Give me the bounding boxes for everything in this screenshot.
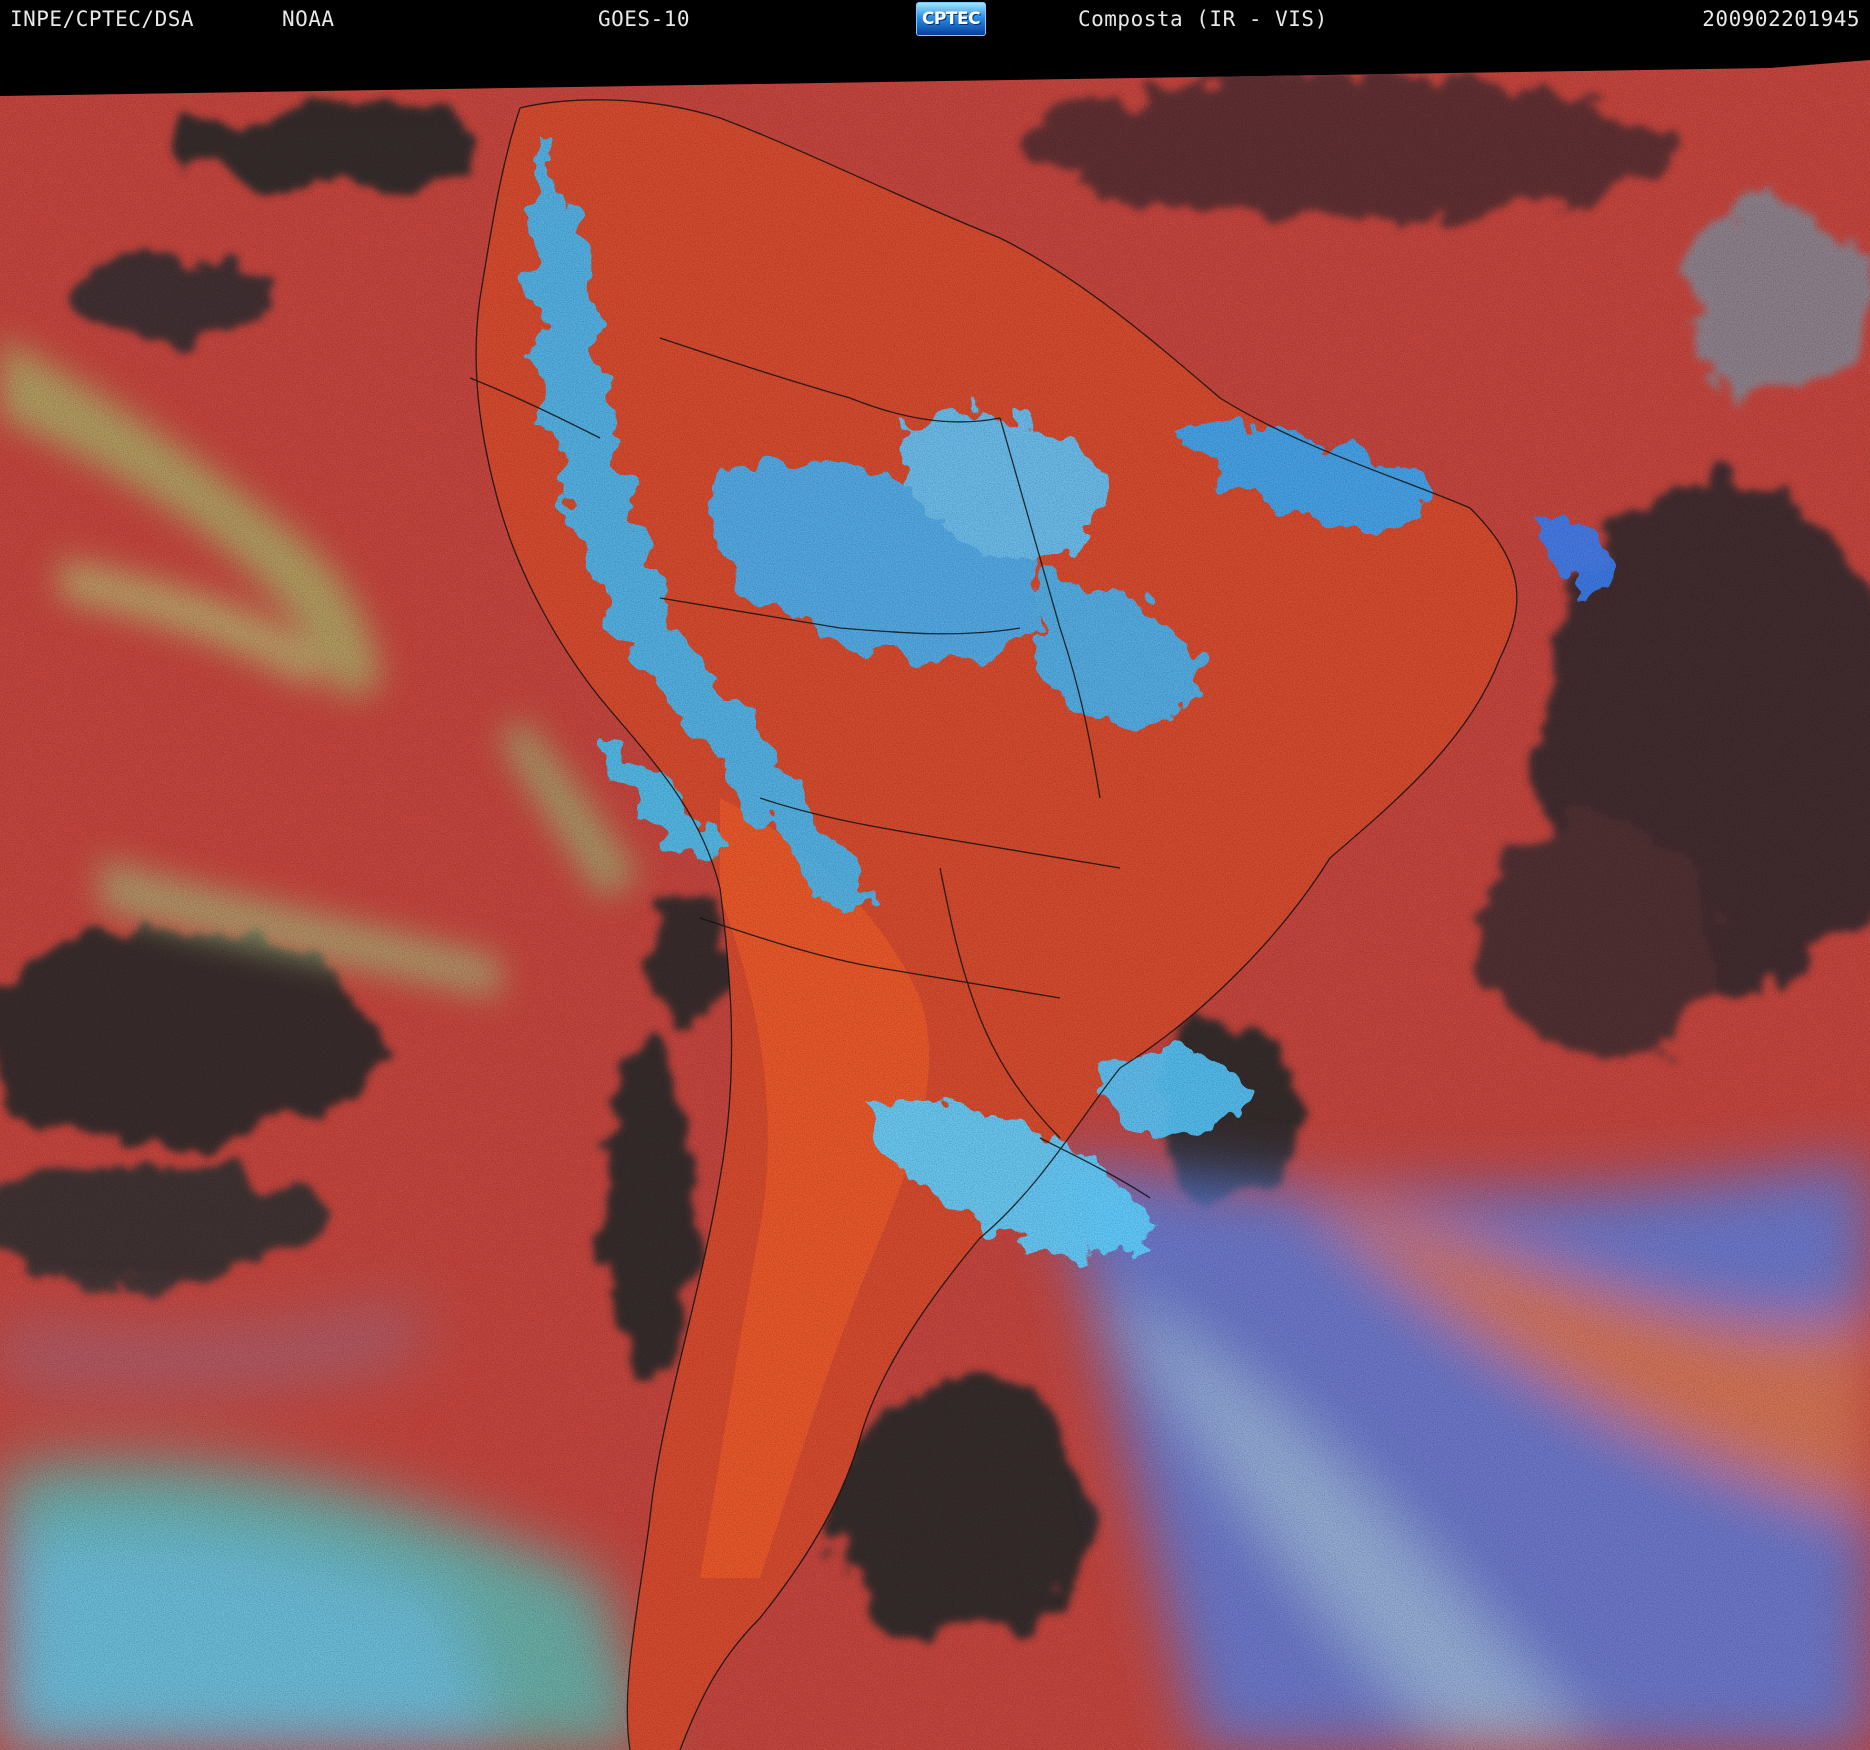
product-label: Composta (IR - VIS) [1078, 7, 1328, 31]
header-bar: INPE/CPTEC/DSA NOAA GOES-10 CPTEC Compos… [0, 0, 1870, 38]
agency-label: INPE/CPTEC/DSA [10, 7, 195, 31]
satellite-composite-svg [0, 38, 1870, 1750]
source-label: NOAA [282, 7, 335, 31]
satellite-label: GOES-10 [598, 7, 691, 31]
cptec-logo-text: CPTEC [921, 9, 981, 29]
imagery-layer [0, 60, 1870, 1750]
cptec-logo: CPTEC [916, 2, 986, 36]
satellite-image [0, 38, 1870, 1750]
datetime-label: 200902201945 [1702, 7, 1860, 31]
